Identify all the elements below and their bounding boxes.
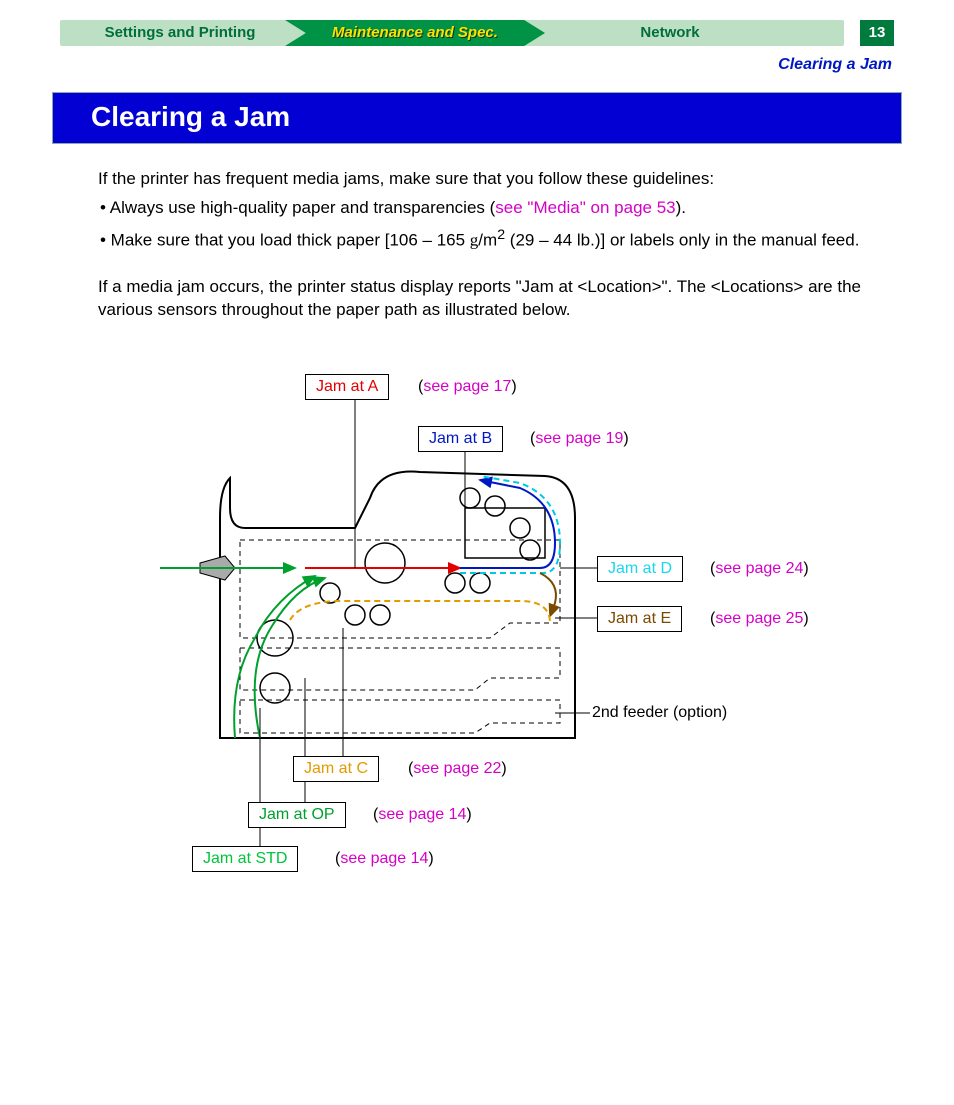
link-page-19[interactable]: see page 19 <box>535 430 623 447</box>
bullet-2-post: (29 – 44 lb.)] or labels only in the man… <box>505 231 859 250</box>
intro-paragraph: If the printer has frequent media jams, … <box>98 168 894 191</box>
jam-std-box: Jam at STD <box>192 846 298 872</box>
tab-network[interactable]: Network <box>580 20 760 46</box>
jam-op-ref: (see page 14) <box>373 806 472 824</box>
jam-c-ref: (see page 22) <box>408 760 507 778</box>
link-page-24[interactable]: see page 24 <box>715 560 803 577</box>
jam-e-box: Jam at E <box>597 606 682 632</box>
bullet-1-post: ). <box>676 198 686 217</box>
breadcrumb: Clearing a Jam <box>40 56 914 74</box>
link-page-17[interactable]: see page 17 <box>423 378 511 395</box>
bullet-2-unit-m: /m <box>478 231 497 250</box>
second-feeder-label: 2nd feeder (option) <box>592 704 727 722</box>
jam-std-ref: (see page 14) <box>335 850 434 868</box>
top-nav: Settings and Printing Maintenance and Sp… <box>40 20 914 50</box>
link-page-22[interactable]: see page 22 <box>413 760 501 777</box>
body-text: If the printer has frequent media jams, … <box>98 168 894 322</box>
jam-b-ref: (see page 19) <box>530 430 629 448</box>
jam-a-box: Jam at A <box>305 374 389 400</box>
paper-path-diagram: Jam at A (see page 17) Jam at B (see pag… <box>160 368 840 888</box>
bullet-1-pre: • Always use high-quality paper and tran… <box>100 198 495 217</box>
jam-d-ref: (see page 24) <box>710 560 809 578</box>
jam-e-ref: (see page 25) <box>710 610 809 628</box>
paragraph-2: If a media jam occurs, the printer statu… <box>98 276 894 322</box>
link-media-page-53[interactable]: see "Media" on page 53 <box>495 198 675 217</box>
bullet-1: • Always use high-quality paper and tran… <box>98 197 894 220</box>
jam-op-box: Jam at OP <box>248 802 346 828</box>
link-page-25[interactable]: see page 25 <box>715 610 803 627</box>
bullet-2-sup: 2 <box>497 227 505 243</box>
link-page-14-std[interactable]: see page 14 <box>340 850 428 867</box>
tab-settings-and-printing[interactable]: Settings and Printing <box>70 20 290 46</box>
page-number-badge: 13 <box>860 20 894 46</box>
jam-b-box: Jam at B <box>418 426 503 452</box>
jam-a-ref: (see page 17) <box>418 378 517 396</box>
tab-active-label: Maintenance and Spec. <box>285 20 545 46</box>
tab-maintenance-and-spec[interactable]: Maintenance and Spec. <box>285 20 545 46</box>
bullet-2: • Make sure that you load thick paper [1… <box>98 226 894 253</box>
jam-d-box: Jam at D <box>597 556 683 582</box>
jam-c-box: Jam at C <box>293 756 379 782</box>
link-page-14-op[interactable]: see page 14 <box>378 806 466 823</box>
bullet-2-pre: • Make sure that you load thick paper [1… <box>100 231 470 250</box>
page-title: Clearing a Jam <box>52 92 902 144</box>
